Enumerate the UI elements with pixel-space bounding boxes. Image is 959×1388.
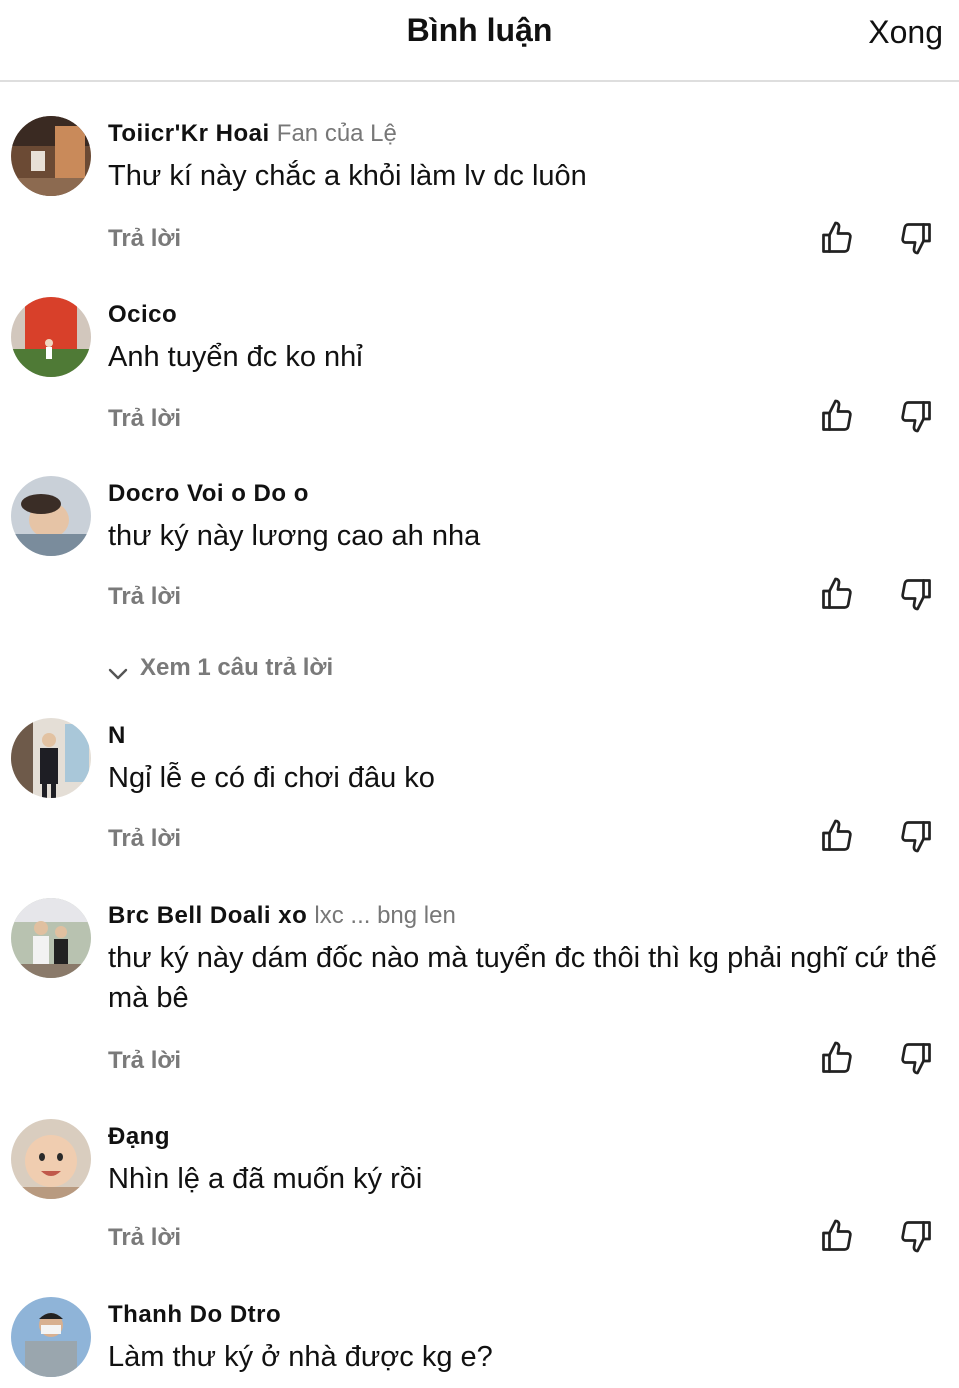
thumbs-down-icon[interactable]	[898, 1040, 934, 1076]
comment-text: thư ký này dám đốc nào mà tuyển đc thôi …	[108, 942, 937, 1014]
comment-text: Anh tuyển đc ko nhỉ	[108, 341, 363, 373]
thumbs-down-icon[interactable]	[898, 1218, 934, 1254]
reply-button[interactable]: Trả lời	[108, 405, 181, 433]
thumbs-up-icon[interactable]	[819, 398, 855, 434]
comment-text: Ngỉ lễ e có đi chơi đâu ko	[108, 762, 435, 794]
avatar[interactable]	[11, 1119, 91, 1199]
view-replies-button[interactable]: Xem 1 câu trả lời	[108, 654, 333, 682]
chevron-down-icon	[108, 661, 128, 679]
comment-text: Làm thư ký ở nhà được kg e?	[108, 1341, 493, 1373]
header-title: Bình luận	[406, 12, 553, 48]
comment-text: thư ký này lương cao ah nha	[108, 520, 481, 552]
thumbs-down-icon[interactable]	[898, 398, 934, 434]
reply-button[interactable]: Trả lời	[108, 1047, 181, 1075]
avatar[interactable]	[11, 898, 91, 978]
comment-text: Thư kí này chắc a khỏi làm lv dc luôn	[108, 160, 587, 192]
avatar[interactable]	[11, 718, 91, 798]
thumbs-up-icon[interactable]	[819, 1218, 855, 1254]
comments-header: Bình luận Xong	[0, 0, 959, 82]
avatar[interactable]	[11, 297, 91, 377]
comment-username[interactable]: Docro Voi o Do o	[108, 480, 309, 508]
reply-button[interactable]: Trả lời	[108, 583, 181, 611]
fan-badge: Fan của Lệ	[276, 120, 397, 147]
thumbs-down-icon[interactable]	[898, 220, 934, 256]
comment-username[interactable]: N	[108, 722, 126, 750]
thumbs-down-icon[interactable]	[898, 818, 934, 854]
fan-badge: lxc ... bng len	[314, 902, 456, 929]
comment-username[interactable]: Toiicr'Kr Hoai Fan của Lệ	[108, 120, 397, 148]
done-button[interactable]: Xong	[868, 14, 943, 51]
reply-button[interactable]: Trả lời	[108, 1224, 181, 1252]
comment-text: Nhìn lệ a đã muốn ký rồi	[108, 1163, 423, 1195]
avatar[interactable]	[11, 116, 91, 196]
thumbs-up-icon[interactable]	[819, 220, 855, 256]
avatar[interactable]	[11, 1297, 91, 1377]
reply-button[interactable]: Trả lời	[108, 825, 181, 853]
comment-username[interactable]: Đạng	[108, 1123, 170, 1151]
reply-button[interactable]: Trả lời	[108, 225, 181, 253]
thumbs-down-icon[interactable]	[898, 576, 934, 612]
comment-username[interactable]: Ocico	[108, 301, 177, 329]
comment-username[interactable]: Brc Bell Doali xo lxc ... bng len	[108, 902, 456, 930]
comment-username[interactable]: Thanh Do Dtro	[108, 1301, 281, 1329]
thumbs-up-icon[interactable]	[819, 818, 855, 854]
avatar[interactable]	[11, 476, 91, 556]
thumbs-up-icon[interactable]	[819, 576, 855, 612]
thumbs-up-icon[interactable]	[819, 1040, 855, 1076]
